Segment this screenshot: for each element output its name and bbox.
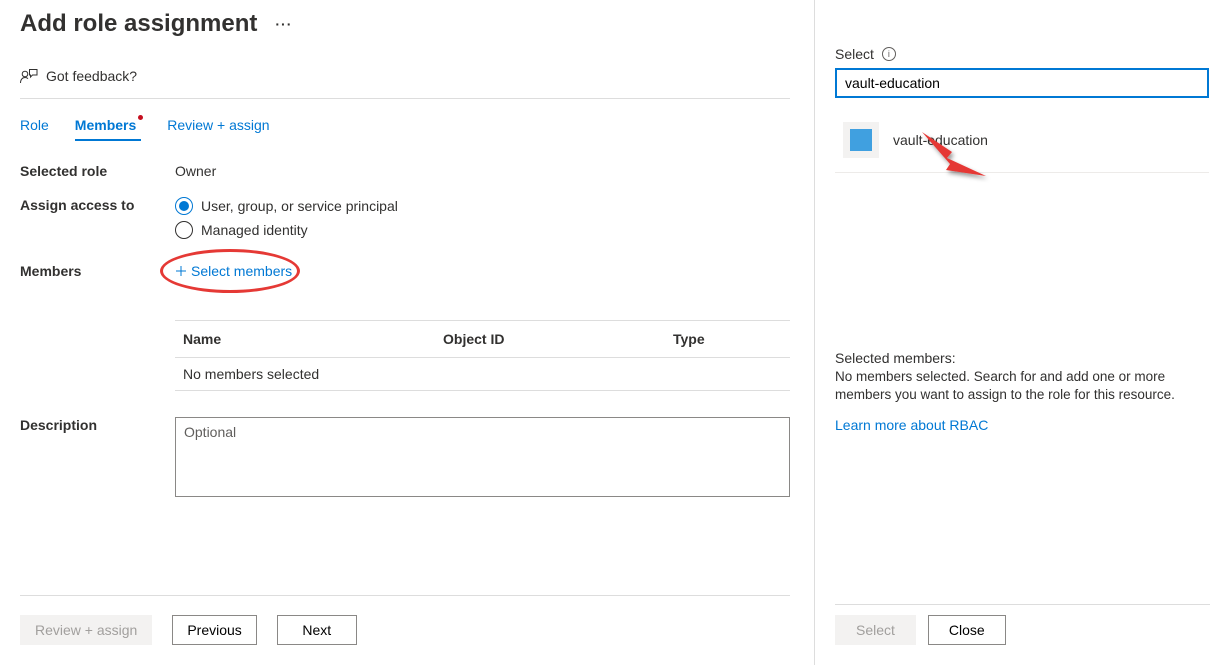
members-row: Members Select members bbox=[20, 263, 790, 280]
column-type: Type bbox=[673, 331, 782, 347]
assign-access-row: Assign access to User, group, or service… bbox=[20, 197, 790, 245]
selected-members-block: Selected members: No members selected. S… bbox=[835, 350, 1209, 433]
selected-role-row: Selected role Owner bbox=[20, 163, 790, 179]
selected-role-value: Owner bbox=[175, 163, 790, 179]
radio-user-group-label: User, group, or service principal bbox=[201, 198, 398, 214]
members-table: Name Object ID Type No members selected bbox=[175, 320, 790, 391]
table-empty-row: No members selected bbox=[175, 358, 790, 390]
radio-icon-selected bbox=[175, 197, 193, 215]
tab-review-assign[interactable]: Review + assign bbox=[167, 117, 269, 141]
tabs: Role Members Review + assign bbox=[20, 117, 790, 141]
panel-footer-divider bbox=[835, 604, 1210, 605]
info-icon[interactable]: i bbox=[882, 47, 896, 61]
panel-select-label: Select bbox=[835, 46, 874, 62]
assign-access-label: Assign access to bbox=[20, 197, 175, 245]
learn-more-rbac-link[interactable]: Learn more about RBAC bbox=[835, 417, 988, 433]
review-assign-button[interactable]: Review + assign bbox=[20, 615, 152, 645]
more-actions-icon[interactable]: ··· bbox=[275, 16, 292, 32]
select-members-label: Select members bbox=[191, 263, 292, 279]
panel-close-button[interactable]: Close bbox=[928, 615, 1006, 645]
plus-icon bbox=[175, 265, 187, 277]
next-button[interactable]: Next bbox=[277, 615, 357, 645]
app-icon bbox=[843, 122, 879, 158]
description-row: Description bbox=[20, 417, 790, 497]
select-search-input[interactable] bbox=[835, 68, 1209, 98]
divider bbox=[20, 98, 790, 99]
members-label: Members bbox=[20, 263, 175, 280]
description-label: Description bbox=[20, 417, 175, 497]
column-objectid: Object ID bbox=[443, 331, 673, 347]
column-name: Name bbox=[183, 331, 443, 347]
radio-managed-identity-label: Managed identity bbox=[201, 222, 308, 238]
panel-footer: Select Close bbox=[835, 615, 1006, 645]
radio-managed-identity[interactable]: Managed identity bbox=[175, 221, 790, 239]
tab-role[interactable]: Role bbox=[20, 117, 49, 141]
select-members-link[interactable]: Select members bbox=[175, 263, 292, 279]
panel-select-button[interactable]: Select bbox=[835, 615, 916, 645]
search-result-item[interactable]: vault-education bbox=[835, 108, 1209, 173]
footer-buttons: Review + assign Previous Next bbox=[20, 615, 357, 645]
person-feedback-icon bbox=[20, 68, 38, 84]
panel-label-row: Select i bbox=[835, 46, 1209, 62]
main-content: Add role assignment ··· Got feedback? Ro… bbox=[0, 0, 810, 665]
footer-divider bbox=[20, 595, 790, 596]
table-header: Name Object ID Type bbox=[175, 321, 790, 358]
tab-alert-dot bbox=[138, 115, 143, 120]
feedback-link[interactable]: Got feedback? bbox=[20, 68, 137, 84]
selected-role-label: Selected role bbox=[20, 163, 175, 179]
description-input[interactable] bbox=[175, 417, 790, 497]
radio-user-group[interactable]: User, group, or service principal bbox=[175, 197, 790, 215]
title-row: Add role assignment ··· bbox=[20, 10, 790, 38]
feedback-label: Got feedback? bbox=[46, 68, 137, 84]
selected-members-text: No members selected. Search for and add … bbox=[835, 368, 1209, 403]
tab-members-label: Members bbox=[75, 117, 136, 133]
radio-icon-unselected bbox=[175, 221, 193, 239]
selected-members-header: Selected members: bbox=[835, 350, 1209, 366]
result-name: vault-education bbox=[893, 132, 988, 148]
previous-button[interactable]: Previous bbox=[172, 615, 256, 645]
select-panel: Select i vault-education Selected member… bbox=[814, 0, 1229, 665]
page-title: Add role assignment bbox=[20, 10, 257, 38]
tab-members[interactable]: Members bbox=[75, 117, 141, 141]
